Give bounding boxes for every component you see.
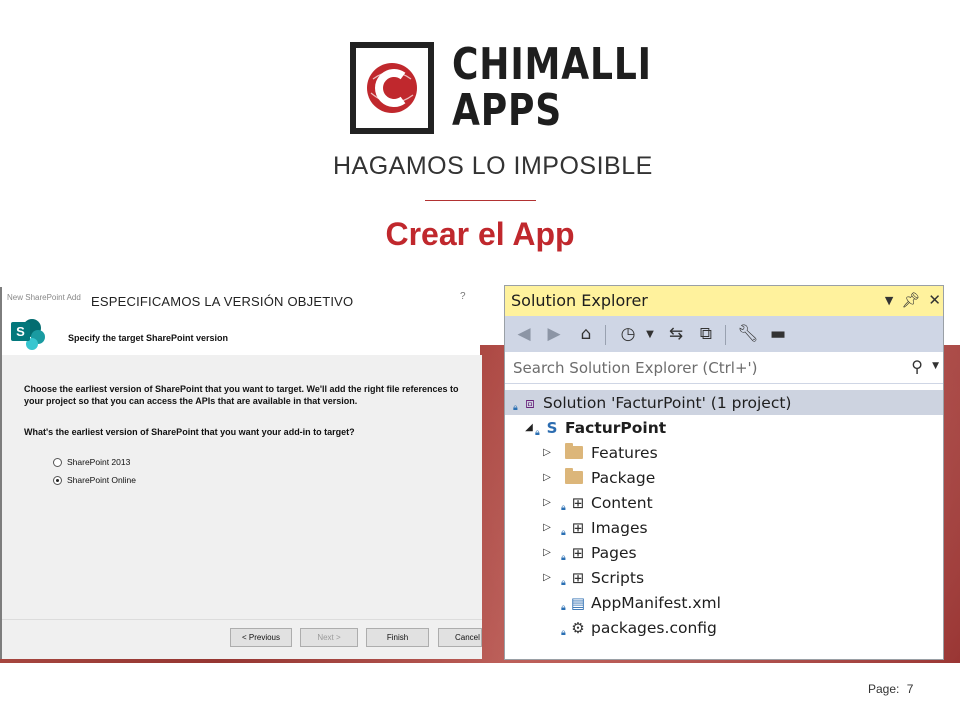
search-icon[interactable]: ⚲ <box>911 357 923 376</box>
brand-line1: CHIMALLI <box>452 39 652 90</box>
tree-item-features[interactable]: ▷ Features <box>505 440 943 465</box>
back-icon[interactable]: ◀ <box>513 323 535 345</box>
slide-title: Crear el App <box>385 216 575 252</box>
dropdown-arrow-icon[interactable]: ▼ <box>885 294 893 309</box>
expanded-arrow-icon[interactable]: ◢ <box>523 422 535 433</box>
pending-changes-icon[interactable]: ◷ <box>617 323 639 345</box>
option-label: SharePoint 2013 <box>67 457 131 467</box>
tree-item-packages-config[interactable]: 🔒︎ ⚙ packages.config <box>505 615 943 640</box>
dropdown-arrow-icon[interactable]: ▼ <box>639 323 661 345</box>
tree-item-label: Pages <box>591 543 637 562</box>
collapsed-arrow-icon[interactable]: ▷ <box>541 497 553 508</box>
module-icon: 🔒︎ ⊞ <box>561 518 585 538</box>
next-button[interactable]: Next > <box>300 628 358 647</box>
manifest-icon: 🔒︎ ▤ <box>561 593 586 613</box>
tree-item-label: Features <box>591 443 658 462</box>
module-icon: 🔒︎ ⊞ <box>561 568 585 588</box>
page-value: 7 <box>906 682 914 696</box>
search-options-icon[interactable]: ▼ <box>932 361 939 371</box>
tree-item-label: packages.config <box>591 618 717 637</box>
tree-item-pages[interactable]: ▷ 🔒︎ ⊞ Pages <box>505 540 943 565</box>
option-sharepoint-online[interactable]: SharePoint Online <box>53 475 136 485</box>
tree-item-project[interactable]: ◢ 🔒︎ S FacturPoint <box>505 415 943 440</box>
page-number: Page: 7 <box>868 682 913 696</box>
collapsed-arrow-icon[interactable]: ▷ <box>541 472 553 483</box>
radio-unchecked[interactable] <box>53 457 62 467</box>
tree-item-package[interactable]: ▷ Package <box>505 465 943 490</box>
search-placeholder: Search Solution Explorer (Ctrl+') <box>513 359 758 377</box>
svg-text:S: S <box>16 324 25 339</box>
tree-item-scripts[interactable]: ▷ 🔒︎ ⊞ Scripts <box>505 565 943 590</box>
tree-item-label: Solution 'FacturPoint' (1 project) <box>543 393 792 412</box>
module-icon: 🔒︎ ⊞ <box>561 493 585 513</box>
logo-mark <box>350 42 434 134</box>
tree-item-label: Images <box>591 518 648 537</box>
tree-item-solution[interactable]: 🔒︎ ⧈ Solution 'FacturPoint' (1 project) <box>505 390 943 415</box>
title-divider <box>425 200 536 201</box>
tree-item-label: Package <box>591 468 656 487</box>
module-icon: 🔒︎ ⊞ <box>561 543 585 563</box>
cancel-button[interactable]: Cancel <box>438 628 482 647</box>
properties-wrench-icon[interactable]: 🔧︎ <box>737 323 759 345</box>
brand-tagline: HAGAMOS LO IMPOSIBLE <box>333 152 653 180</box>
solution-explorer-titlebar: Solution Explorer ▼ 📌︎ ✕ <box>505 286 943 316</box>
solution-explorer-toolbar: ◀ ▶ ⌂ ◷ ▼ ⇆ ⧉ 🔧︎ ▬ <box>505 316 943 352</box>
radio-checked[interactable] <box>53 475 62 485</box>
pin-icon[interactable]: 📌︎ <box>901 291 920 309</box>
dialog-caption: New SharePoint Add <box>7 293 81 302</box>
option-label: SharePoint Online <box>67 475 136 485</box>
folder-icon <box>561 468 587 488</box>
sharepoint-project-icon: 🔒︎ S <box>535 418 558 438</box>
tree-item-label: FacturPoint <box>565 418 667 437</box>
tree-item-label: AppManifest.xml <box>591 593 721 612</box>
dialog-description: Choose the earliest version of SharePoin… <box>24 384 459 406</box>
solution-explorer-panel: Solution Explorer ▼ 📌︎ ✕ ◀ ▶ ⌂ ◷ ▼ ⇆ ⧉ 🔧… <box>504 285 944 660</box>
dialog-question: What's the earliest version of SharePoin… <box>24 427 355 437</box>
dialog-heading: Specify the target SharePoint version <box>68 333 229 343</box>
sync-icon[interactable]: ⇆ <box>665 323 687 345</box>
tree-item-images[interactable]: ▷ 🔒︎ ⊞ Images <box>505 515 943 540</box>
search-box[interactable]: Search Solution Explorer (Ctrl+') ⚲ ▼ <box>505 352 943 384</box>
forward-icon[interactable]: ▶ <box>543 323 565 345</box>
solution-icon: 🔒︎ ⧈ <box>513 393 535 413</box>
sharepoint-logo-icon: S <box>11 319 45 350</box>
collapsed-arrow-icon[interactable]: ▷ <box>541 572 553 583</box>
option-sharepoint-2013[interactable]: SharePoint 2013 <box>53 457 130 467</box>
preview-icon[interactable]: ▬ <box>767 323 789 345</box>
folder-icon <box>561 443 587 463</box>
page-label: Page: <box>868 682 900 696</box>
previous-button[interactable]: < Previous <box>230 628 292 647</box>
dialog-body: Choose the earliest version of SharePoin… <box>2 355 482 619</box>
collapsed-arrow-icon[interactable]: ▷ <box>541 547 553 558</box>
collapsed-arrow-icon[interactable]: ▷ <box>541 447 553 458</box>
config-icon: 🔒︎ ⚙ <box>561 618 585 638</box>
finish-button[interactable]: Finish <box>366 628 429 647</box>
dialog-overlay-label: ESPECIFICAMOS LA VERSIÓN OBJETIVO <box>91 294 354 309</box>
logo-c-icon <box>367 63 417 113</box>
brand-logo: CHIMALLI APPS <box>350 42 651 142</box>
dialog-footer: < Previous Next > Finish Cancel <box>2 619 482 659</box>
collapse-all-icon[interactable]: ⧉ <box>695 323 717 345</box>
help-button[interactable]: ? <box>460 291 466 302</box>
tree-item-label: Content <box>591 493 653 512</box>
target-version-dialog: New SharePoint Add ESPECIFICAMOS LA VERS… <box>0 287 482 659</box>
tree-item-content[interactable]: ▷ 🔒︎ ⊞ Content <box>505 490 943 515</box>
panel-title: Solution Explorer <box>511 291 648 310</box>
close-icon[interactable]: ✕ <box>928 291 941 309</box>
tree-item-label: Scripts <box>591 568 645 587</box>
home-icon[interactable]: ⌂ <box>575 323 597 345</box>
brand-line2: APPS <box>452 85 563 136</box>
collapsed-arrow-icon[interactable]: ▷ <box>541 522 553 533</box>
tree-item-appmanifest[interactable]: 🔒︎ ▤ AppManifest.xml <box>505 590 943 615</box>
